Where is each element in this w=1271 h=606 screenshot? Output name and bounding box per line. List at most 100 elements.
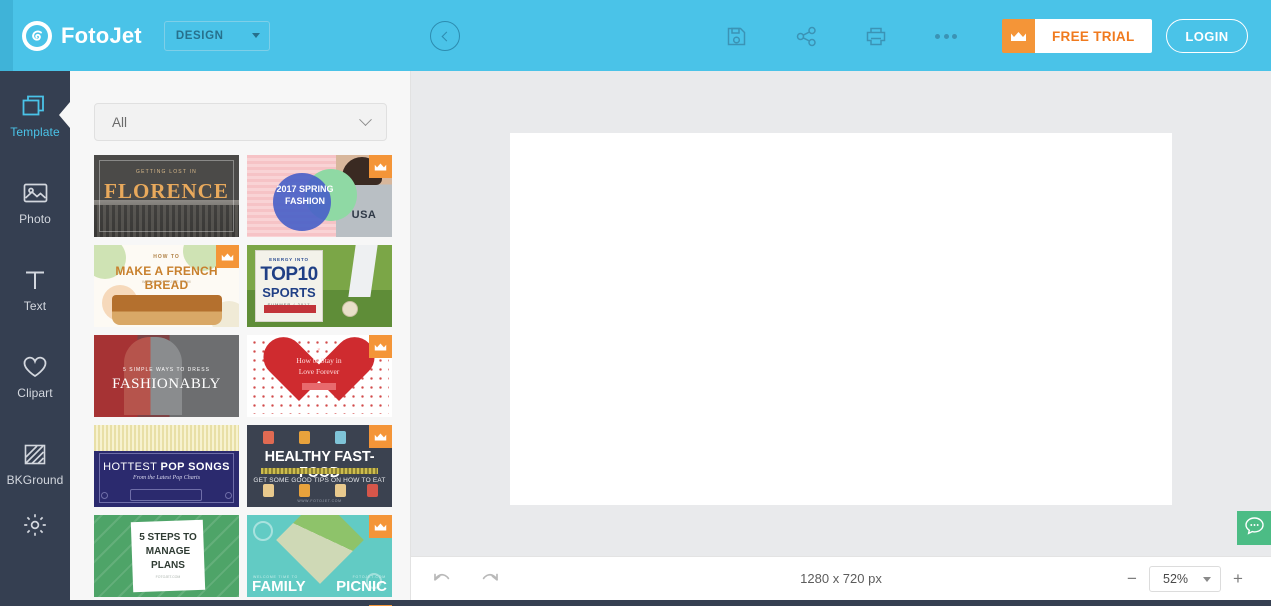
- template-thumbnail[interactable]: 5 SIMPLE WAYS TO DRESS FASHIONABLY: [94, 335, 239, 417]
- template-title: How to Stay in Love Forever: [279, 355, 359, 377]
- more-options-button[interactable]: [929, 19, 963, 53]
- zoom-level-dropdown[interactable]: 52%: [1149, 566, 1221, 592]
- brand-name: FotoJet: [61, 22, 142, 48]
- crown-icon: [369, 155, 392, 178]
- gear-settings-icon: [22, 512, 48, 543]
- template-title-prefix: HOTTEST: [103, 461, 161, 473]
- crown-icon: [369, 335, 392, 358]
- chevron-left-back-icon: [441, 31, 452, 41]
- template-title: FLORENCE: [104, 179, 229, 203]
- template-panel: All GETTING LOST IN FLORENCE USA 2017 SP…: [70, 71, 411, 606]
- sidebar-item-clipart[interactable]: Clipart: [0, 332, 70, 419]
- header-actions: FREE TRIAL LOGIN: [413, 0, 1271, 71]
- template-thumbnail[interactable]: HOTTEST POP SONGS From the Latest Pop Ch…: [94, 425, 239, 507]
- zoom-out-button[interactable]: −: [1121, 566, 1143, 592]
- free-trial-button[interactable]: FREE TRIAL: [1002, 19, 1152, 53]
- screw-art: [225, 492, 232, 499]
- chevron-down-icon: [359, 112, 372, 126]
- save-button[interactable]: [719, 19, 753, 53]
- design-canvas[interactable]: [510, 133, 1172, 505]
- sidebar-item-label: BKGround: [6, 473, 64, 487]
- template-subtitle: 5 SIMPLE WAYS TO DRESS: [123, 367, 210, 373]
- food-icon-art: [263, 484, 274, 497]
- template-title: FASHIONABLY: [112, 376, 221, 392]
- accent-bar: [261, 468, 378, 474]
- template-title-2: PICNIC: [336, 578, 387, 595]
- filter-value: All: [112, 114, 128, 130]
- sidebar-item-bkground[interactable]: BKGround: [0, 419, 70, 506]
- food-icon-art: [335, 431, 346, 444]
- sidebar-item-label: Clipart: [17, 386, 53, 400]
- template-title: HOTTEST POP SONGS: [94, 461, 239, 473]
- sidebar-item-label: Photo: [19, 212, 51, 226]
- template-subtitle: GET SOME GOOD TIPS ON HOW TO EAT: [253, 477, 386, 484]
- template-title: 5 STEPS TO MANAGE PLANS: [139, 532, 197, 571]
- template-row: 5 SIMPLE WAYS TO DRESS FASHIONABLY ♥ How…: [70, 335, 411, 417]
- crown-icon: [216, 245, 239, 268]
- template-thumbnail[interactable]: HEALTHY FAST-FOOD GET SOME GOOD TIPS ON …: [247, 425, 392, 507]
- template-subtitle: GETTING LOST IN: [136, 169, 197, 175]
- share-button[interactable]: [789, 19, 823, 53]
- print-button[interactable]: [859, 19, 893, 53]
- template-thumbnail[interactable]: 5 STEPS TO MANAGE PLANS FOTOJET.COM: [94, 515, 239, 597]
- bread-basket-art: [112, 295, 222, 325]
- cta-button-art: [302, 383, 336, 390]
- crown-icon: [1002, 19, 1035, 53]
- editor-workspace[interactable]: [411, 71, 1271, 556]
- brand-zone: FotoJet DESIGN: [13, 0, 413, 71]
- sidebar-item-label: Text: [23, 299, 47, 313]
- back-button[interactable]: [430, 21, 460, 51]
- chat-bubble-icon: [1244, 515, 1265, 541]
- zoom-in-button[interactable]: +: [1227, 566, 1249, 592]
- bottom-toolbar: 1280 x 720 px − 52% +: [411, 556, 1271, 600]
- print-icon: [865, 26, 887, 47]
- template-thumbnail[interactable]: ♥ How to Stay in Love Forever: [247, 335, 392, 417]
- text-t-icon: [23, 264, 47, 292]
- sidebar-item-photo[interactable]: Photo: [0, 158, 70, 245]
- template-layers-icon: [22, 90, 49, 118]
- settings-button[interactable]: [0, 497, 70, 557]
- template-category-filter[interactable]: All: [94, 103, 387, 141]
- panel-bottom-strip: [0, 600, 411, 606]
- template-thumbnail[interactable]: HOW TO MAKE A FRENCH BREAD WWW.FOTOJET.C…: [94, 245, 239, 327]
- food-icon-art: [299, 484, 310, 497]
- crown-icon: [369, 515, 392, 538]
- free-trial-label: FREE TRIAL: [1035, 19, 1152, 53]
- live-chat-button[interactable]: [1237, 511, 1271, 545]
- photo-image-icon: [23, 177, 48, 205]
- template-row: GETTING LOST IN FLORENCE USA 2017 SPRING…: [70, 155, 411, 237]
- waveform-art: [94, 425, 239, 451]
- caret-down-icon: [251, 33, 260, 38]
- active-tab-pointer: [59, 101, 70, 128]
- template-title: TOP10: [260, 264, 318, 285]
- soccer-ball-art: [342, 301, 358, 317]
- sidebar-item-text[interactable]: Text: [0, 245, 70, 332]
- design-mode-dropdown[interactable]: DESIGN: [163, 20, 270, 51]
- heart-symbol-row: ♥: [317, 347, 321, 353]
- template-art-florence: GETTING LOST IN FLORENCE: [94, 155, 239, 237]
- template-thumbnail[interactable]: ENERGY INTO TOP10 SPORTS SUMMER / 2017: [247, 245, 392, 327]
- login-label: LOGIN: [1185, 28, 1229, 44]
- login-button[interactable]: LOGIN: [1166, 19, 1248, 53]
- sidebar-item-template[interactable]: Template: [0, 71, 70, 158]
- template-row: HOTTEST POP SONGS From the Latest Pop Ch…: [70, 425, 411, 507]
- more-options-icon: [935, 33, 957, 39]
- soccer-player-art: [348, 245, 378, 297]
- sidebar-item-label: Template: [10, 125, 60, 139]
- template-thumbnail[interactable]: USA 2017 SPRING FASHION: [247, 155, 392, 237]
- save-icon: [726, 26, 747, 47]
- template-thumbnail[interactable]: WELCOME TIME TO FOTOJET.COM FAMILY PICNI…: [247, 515, 392, 597]
- design-mode-label: DESIGN: [175, 29, 224, 42]
- template-thumbnail-grid[interactable]: GETTING LOST IN FLORENCE USA 2017 SPRING…: [70, 155, 411, 606]
- template-title: FAMILY: [252, 578, 306, 595]
- template-title-line2: Love Forever: [298, 367, 340, 376]
- food-icon-art: [263, 431, 274, 444]
- template-thumbnail[interactable]: GETTING LOST IN FLORENCE: [94, 155, 239, 237]
- screw-art: [101, 492, 108, 499]
- share-icon: [796, 26, 817, 47]
- food-icon-art: [367, 484, 378, 497]
- food-icon-art: [335, 484, 346, 497]
- template-line3: SPORTS: [262, 285, 316, 300]
- app-header: FotoJet DESIGN FREE TRIAL LOGIN: [0, 0, 1271, 71]
- decorative-ring: [253, 521, 273, 541]
